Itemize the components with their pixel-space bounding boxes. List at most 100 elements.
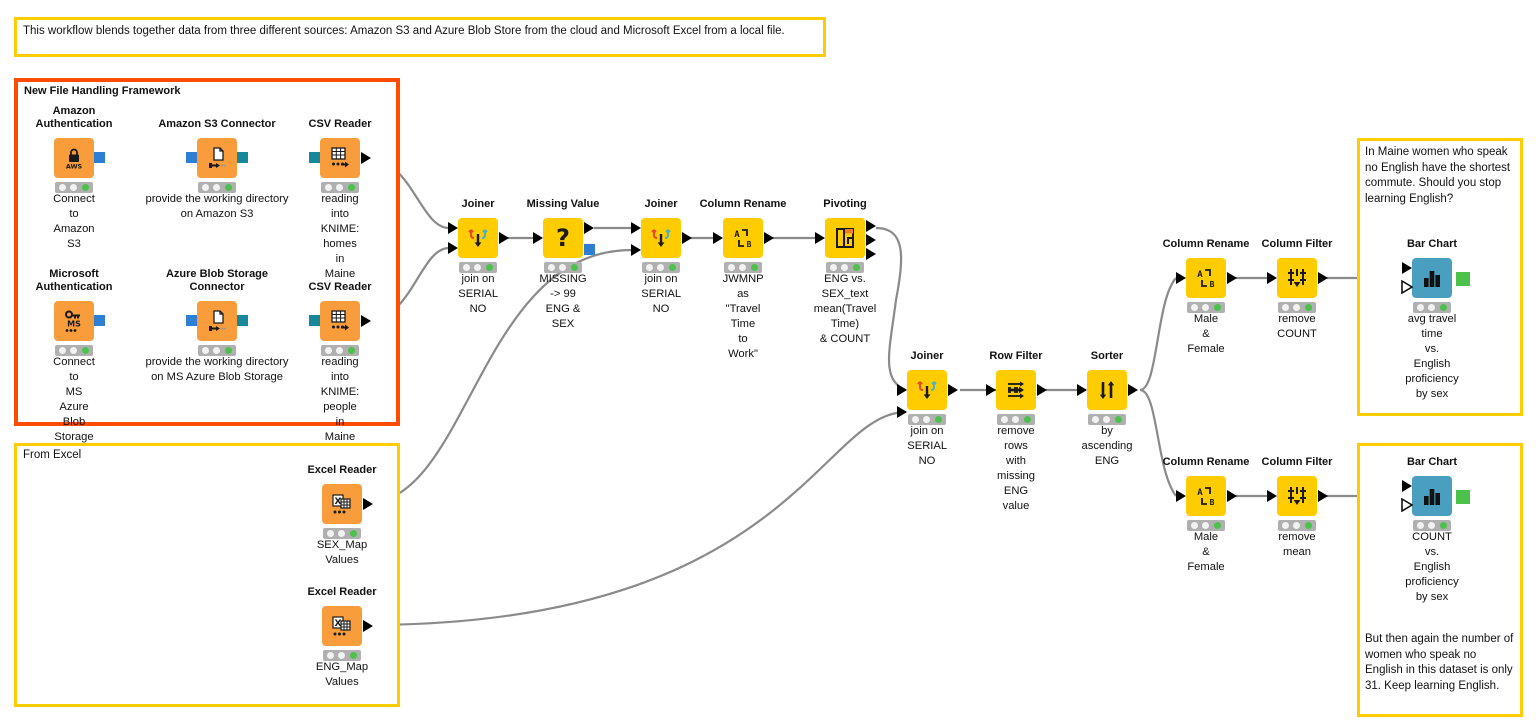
node-body-bar-chart-count[interactable]	[1412, 476, 1452, 516]
port-out-3-pivoting[interactable]	[866, 248, 876, 260]
node-joiner-2[interactable]: Joiner join on SERIAL NO	[631, 198, 692, 315]
port-out-joiner-1[interactable]	[499, 232, 509, 244]
port-in-data-bar-chart-count[interactable]	[1402, 480, 1412, 492]
port-out-sorter[interactable]	[1128, 384, 1138, 396]
node-body-csv-reader-homes[interactable]	[320, 138, 360, 178]
port-in-column-filter-remove-count[interactable]	[1267, 272, 1277, 284]
port-out-amazon-authentication[interactable]	[94, 152, 105, 163]
port-in-sorter[interactable]	[1077, 384, 1087, 396]
port-out-azure-blob-storage-connector[interactable]	[237, 315, 248, 326]
node-desc-column-rename-male-female-top: Male & Female	[1187, 313, 1225, 355]
node-excel-reader-eng-map[interactable]: Excel Reader X ENG_Map Values	[307, 586, 376, 688]
port-out-csv-reader-homes[interactable]	[361, 152, 371, 164]
node-csv-reader-people[interactable]: CSV Reader reading into KNIME: people in…	[309, 281, 372, 443]
node-csv-reader-homes[interactable]: CSV Reader reading into KNIME: homes in …	[309, 118, 372, 280]
port-in-top-joiner-3[interactable]	[897, 384, 907, 396]
node-amazon-s3-connector[interactable]: Amazon S3 Connector provide the working …	[145, 118, 288, 220]
port-out-joiner-3[interactable]	[948, 384, 958, 396]
port-out-image-bar-chart-count[interactable]	[1456, 490, 1470, 504]
port-in-column-rename-male-female-bottom[interactable]	[1176, 490, 1186, 502]
port-in-pivoting[interactable]	[815, 232, 825, 244]
port-out-amazon-s3-connector[interactable]	[237, 152, 248, 163]
ab-rename-icon: A B	[1197, 487, 1215, 507]
port-out-column-filter-remove-mean[interactable]	[1318, 490, 1328, 502]
node-joiner-1[interactable]: Joiner join on SERIAL NO	[448, 198, 509, 315]
node-column-rename-male-female-top[interactable]: Column Rename A B Male & Female	[1163, 238, 1250, 355]
node-body-column-rename-male-female-top[interactable]: A B	[1186, 258, 1226, 298]
node-bar-chart-avg-travel-time[interactable]: Bar Chart avg travel time vs. English pr…	[1401, 238, 1470, 400]
node-body-microsoft-authentication[interactable]: MS	[54, 301, 94, 341]
port-out-row-filter[interactable]	[1037, 384, 1047, 396]
node-bar-chart-count[interactable]: Bar Chart COUNT vs. English proficiency …	[1401, 456, 1470, 603]
node-body-amazon-authentication[interactable]: AWS	[54, 138, 94, 178]
port-out-1-pivoting[interactable]	[866, 220, 876, 232]
port-out-excel-reader-eng-map[interactable]	[363, 620, 373, 632]
port-in-bottom-joiner-3[interactable]	[897, 406, 907, 418]
node-body-column-filter-remove-count[interactable]	[1277, 258, 1317, 298]
port-in-top-joiner-2[interactable]	[631, 222, 641, 234]
node-column-rename-travel-time[interactable]: Column Rename A B JWMNP as "Travel Time …	[700, 198, 787, 360]
port-out-column-rename-travel-time[interactable]	[764, 232, 774, 244]
node-body-joiner-2[interactable]	[641, 218, 681, 258]
node-body-azure-blob-storage-connector[interactable]	[197, 301, 237, 341]
node-body-sorter[interactable]	[1087, 370, 1127, 410]
node-body-missing-value[interactable]: ?	[543, 218, 583, 258]
port-out-microsoft-authentication[interactable]	[94, 315, 105, 326]
node-missing-value[interactable]: Missing Value ? MISSING -> 99 ENG & SEX	[527, 198, 600, 330]
port-in-azure-blob-storage-connector[interactable]	[186, 315, 197, 326]
port-in-row-filter[interactable]	[986, 384, 996, 396]
port-out-excel-reader-sex-map[interactable]	[363, 498, 373, 510]
node-body-excel-reader-eng-map[interactable]: X	[322, 606, 362, 646]
node-column-filter-remove-count[interactable]: Column Filter remove COUNT	[1262, 238, 1333, 340]
node-body-joiner-3[interactable]	[907, 370, 947, 410]
port-in-image-bar-chart-avg-travel-time[interactable]	[1401, 280, 1413, 294]
port-in-column-filter-remove-mean[interactable]	[1267, 490, 1277, 502]
group-title-from-excel: From Excel	[23, 449, 82, 461]
port-in-image-bar-chart-count[interactable]	[1401, 498, 1413, 512]
port-out-2-pivoting[interactable]	[866, 234, 876, 246]
node-sorter[interactable]: Sorter by ascending ENG	[1077, 350, 1138, 467]
node-row-filter[interactable]: Row Filter remove rows with missing ENG …	[986, 350, 1047, 512]
port-in-data-bar-chart-avg-travel-time[interactable]	[1402, 262, 1412, 274]
port-in-column-rename-male-female-top[interactable]	[1176, 272, 1186, 284]
node-body-bar-chart-avg-travel-time[interactable]	[1412, 258, 1452, 298]
node-body-joiner-1[interactable]	[458, 218, 498, 258]
port-out-variable-missing-value[interactable]	[584, 244, 595, 255]
port-in-amazon-s3-connector[interactable]	[186, 152, 197, 163]
node-body-excel-reader-sex-map[interactable]: X	[322, 484, 362, 524]
node-desc-column-filter-remove-mean: remove mean	[1278, 531, 1316, 558]
annotation-bottom-right-text: But then again the number of women who s…	[1365, 633, 1514, 692]
node-body-column-filter-remove-mean[interactable]	[1277, 476, 1317, 516]
node-body-amazon-s3-connector[interactable]	[197, 138, 237, 178]
node-column-rename-male-female-bottom[interactable]: Column Rename A B Male & Female	[1163, 456, 1250, 573]
port-in-bottom-joiner-1[interactable]	[448, 242, 458, 254]
port-out-missing-value[interactable]	[584, 222, 594, 234]
node-excel-reader-sex-map[interactable]: Excel Reader X SEX_Map Values	[307, 464, 376, 566]
port-in-csv-reader-people[interactable]	[309, 315, 320, 326]
node-column-filter-remove-mean[interactable]: Column Filter remove mean	[1262, 456, 1333, 558]
node-azure-blob-storage-connector[interactable]: Azure Blob Storage Connector provide the…	[145, 268, 288, 383]
node-title-amazon-s3-connector: Amazon S3 Connector	[158, 118, 276, 130]
node-body-pivoting[interactable]	[825, 218, 865, 258]
port-in-bottom-joiner-2[interactable]	[631, 244, 641, 256]
node-joiner-3[interactable]: Joiner join on SERIAL NO	[897, 350, 958, 467]
port-in-top-joiner-1[interactable]	[448, 222, 458, 234]
node-body-column-rename-male-female-bottom[interactable]: A B	[1186, 476, 1226, 516]
port-out-column-rename-male-female-bottom[interactable]	[1227, 490, 1237, 502]
port-in-missing-value[interactable]	[533, 232, 543, 244]
port-out-joiner-2[interactable]	[682, 232, 692, 244]
svg-text:AWS: AWS	[66, 163, 83, 171]
node-microsoft-authentication[interactable]: Microsoft Authentication MS Connect to M…	[36, 268, 113, 443]
node-amazon-authentication[interactable]: Amazon Authentication AWS Connect to Ama…	[36, 105, 113, 250]
port-out-csv-reader-people[interactable]	[361, 315, 371, 327]
port-out-column-rename-male-female-top[interactable]	[1227, 272, 1237, 284]
port-in-csv-reader-homes[interactable]	[309, 152, 320, 163]
port-out-column-filter-remove-count[interactable]	[1318, 272, 1328, 284]
node-pivoting[interactable]: Pivoting ENG vs. SEX_text mean(Travel Ti…	[814, 198, 876, 345]
node-body-row-filter[interactable]	[996, 370, 1036, 410]
node-body-column-rename-travel-time[interactable]: A B	[723, 218, 763, 258]
node-body-csv-reader-people[interactable]	[320, 301, 360, 341]
workflow-canvas[interactable]: This workflow blends together data from …	[0, 0, 1536, 722]
port-in-column-rename-travel-time[interactable]	[713, 232, 723, 244]
port-out-image-bar-chart-avg-travel-time[interactable]	[1456, 272, 1470, 286]
